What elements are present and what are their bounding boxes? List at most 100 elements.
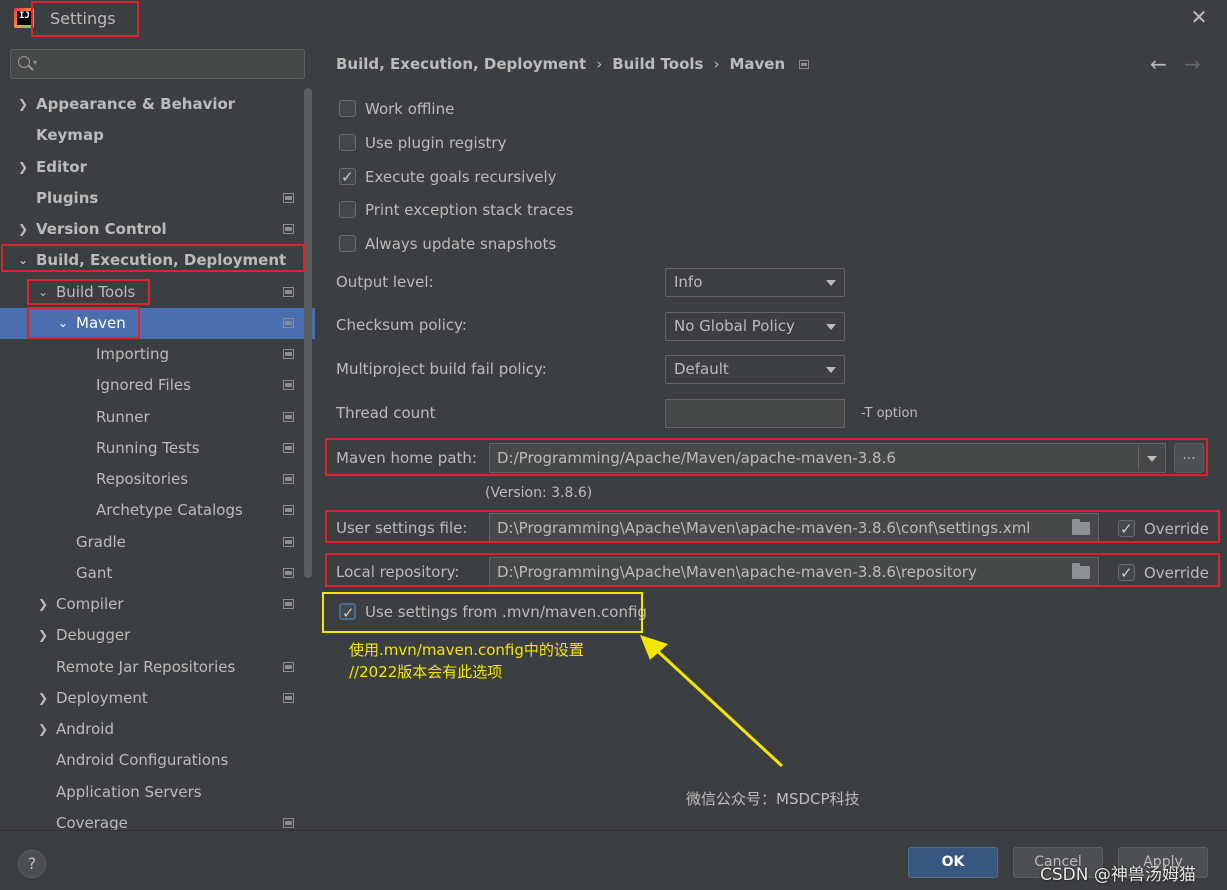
folder-icon[interactable] [1072, 563, 1090, 579]
checkbox-box[interactable] [1118, 561, 1135, 585]
sidebar-scrollbar[interactable] [304, 88, 312, 578]
chevron-down-icon [826, 367, 836, 373]
sidebar-item-version-control[interactable]: ❯ Version Control [0, 214, 305, 245]
settings-sidebar: ▾ ❯ Appearance & Behavior Keymap ❯ Edito… [0, 38, 315, 830]
chevron-right-icon: ❯ [17, 222, 29, 236]
sidebar-item-build-execution[interactable]: ⌄ Build, Execution, Deployment [0, 245, 305, 276]
project-settings-icon [283, 662, 294, 672]
project-settings-icon [283, 224, 294, 234]
output-level-dropdown[interactable]: Info [665, 268, 845, 297]
sidebar-item-android-configurations[interactable]: Android Configurations [0, 745, 305, 776]
title-bar: IJ Settings ✕ [0, 0, 1227, 38]
checkbox-box[interactable] [339, 134, 356, 151]
thread-count-input[interactable] [665, 399, 845, 428]
user-settings-input[interactable]: D:\Programming\Apache\Maven\apache-maven… [489, 513, 1099, 543]
sidebar-item-debugger[interactable]: ❯ Debugger [0, 620, 305, 651]
project-settings-icon [283, 443, 294, 453]
thread-count-note: -T option [861, 406, 918, 421]
local-repo-label: Local repository: [336, 563, 460, 581]
dialog-footer: ? OK Cancel Apply CSDN @神兽汤姆猫 [0, 830, 1227, 890]
project-settings-icon [283, 537, 294, 547]
annotation-line-2: //2022版本会有此选项 [349, 663, 503, 681]
project-settings-icon [283, 474, 294, 484]
wechat-caption: 微信公众号：MSDCP科技 [686, 790, 860, 808]
sidebar-item-repositories[interactable]: Repositories [0, 464, 305, 495]
project-settings-icon [283, 693, 294, 703]
sidebar-item-gradle[interactable]: Gradle [0, 527, 305, 558]
project-settings-icon [283, 505, 294, 515]
project-settings-icon [283, 380, 294, 390]
local-repo-input[interactable]: D:\Programming\Apache\Maven\apache-maven… [489, 557, 1099, 587]
chevron-right-icon: ❯ [37, 691, 49, 705]
breadcrumb-part[interactable]: Build Tools [612, 55, 703, 73]
chevron-right-icon: ❯ [17, 97, 29, 111]
checkbox-box[interactable] [339, 201, 356, 218]
fail-policy-dropdown[interactable]: Default [665, 355, 845, 384]
chevron-down-icon: ⌄ [17, 253, 29, 267]
sidebar-item-compiler[interactable]: ❯ Compiler [0, 589, 305, 620]
breadcrumb-separator: › [596, 55, 603, 73]
checksum-policy-dropdown[interactable]: No Global Policy [665, 312, 845, 341]
project-settings-icon [283, 818, 294, 828]
maven-version-text: (Version: 3.8.6) [485, 485, 593, 501]
project-settings-icon [283, 193, 294, 203]
checkbox-box[interactable] [339, 601, 356, 625]
browse-maven-home-button[interactable]: ... [1174, 443, 1204, 473]
sidebar-item-build-tools[interactable]: ⌄ Build Tools [0, 277, 305, 308]
sidebar-item-maven[interactable]: ⌄ Maven [0, 308, 315, 339]
maven-home-label: Maven home path: [336, 449, 477, 467]
sidebar-item-importing[interactable]: Importing [0, 339, 305, 370]
thread-count-label: Thread count [336, 404, 436, 422]
chevron-right-icon: ❯ [37, 628, 49, 642]
project-settings-icon [283, 599, 294, 609]
sidebar-item-remote-jar-repos[interactable]: Remote Jar Repositories [0, 652, 305, 683]
project-settings-icon [283, 349, 294, 359]
sidebar-item-ignored-files[interactable]: Ignored Files [0, 370, 305, 401]
chevron-right-icon: ❯ [17, 160, 29, 174]
project-settings-icon [799, 60, 810, 69]
maven-home-dropdown[interactable]: D:/Programming/Apache/Maven/apache-maven… [489, 443, 1166, 473]
chevron-right-icon: ❯ [37, 597, 49, 611]
sidebar-item-application-servers[interactable]: Application Servers [0, 777, 305, 808]
project-settings-icon [283, 412, 294, 422]
sidebar-item-running-tests[interactable]: Running Tests [0, 433, 305, 464]
back-arrow-icon[interactable]: ← [1150, 52, 1167, 76]
csdn-watermark: CSDN @神兽汤姆猫 [1040, 865, 1196, 885]
search-input[interactable]: ▾ [10, 49, 305, 79]
sidebar-item-coverage[interactable]: Coverage [0, 808, 305, 830]
folder-icon[interactable] [1072, 519, 1090, 535]
checkbox-box[interactable] [339, 235, 356, 252]
breadcrumb-part: Maven [729, 55, 786, 73]
checkbox-box[interactable] [339, 100, 356, 117]
window-title: Settings [50, 9, 116, 28]
intellij-logo-icon: IJ [14, 8, 34, 28]
breadcrumb: Build, Execution, Deployment › Build Tools… [336, 55, 810, 73]
sidebar-item-android[interactable]: ❯ Android [0, 714, 305, 745]
sidebar-item-deployment[interactable]: ❯ Deployment [0, 683, 305, 714]
chevron-down-icon [826, 324, 836, 330]
chevron-down-icon: ⌄ [57, 316, 69, 330]
chevron-down-icon [826, 280, 836, 286]
breadcrumb-separator: › [713, 55, 720, 73]
sidebar-item-appearance[interactable]: ❯ Appearance & Behavior [0, 89, 305, 120]
user-settings-label: User settings file: [336, 519, 468, 537]
checkbox-box[interactable] [339, 165, 356, 189]
project-settings-icon [283, 318, 294, 328]
checksum-policy-label: Checksum policy: [336, 316, 467, 334]
sidebar-item-gant[interactable]: Gant [0, 558, 305, 589]
sidebar-item-editor[interactable]: ❯ Editor [0, 152, 305, 183]
chevron-down-icon: ⌄ [37, 285, 49, 299]
project-settings-icon [283, 568, 294, 578]
annotation-arrow-icon [640, 635, 784, 768]
search-options-icon[interactable]: ▾ [33, 58, 37, 67]
breadcrumb-part[interactable]: Build, Execution, Deployment [336, 55, 586, 73]
close-icon[interactable]: ✕ [1188, 6, 1210, 28]
sidebar-item-keymap[interactable]: Keymap [0, 120, 305, 151]
checkbox-box[interactable] [1118, 517, 1135, 541]
help-button[interactable]: ? [18, 850, 46, 878]
sidebar-item-archetype-catalogs[interactable]: Archetype Catalogs [0, 495, 305, 526]
forward-arrow-icon[interactable]: → [1184, 52, 1201, 76]
sidebar-item-plugins[interactable]: Plugins [0, 183, 305, 214]
ok-button[interactable]: OK [908, 847, 998, 878]
sidebar-item-runner[interactable]: Runner [0, 402, 305, 433]
